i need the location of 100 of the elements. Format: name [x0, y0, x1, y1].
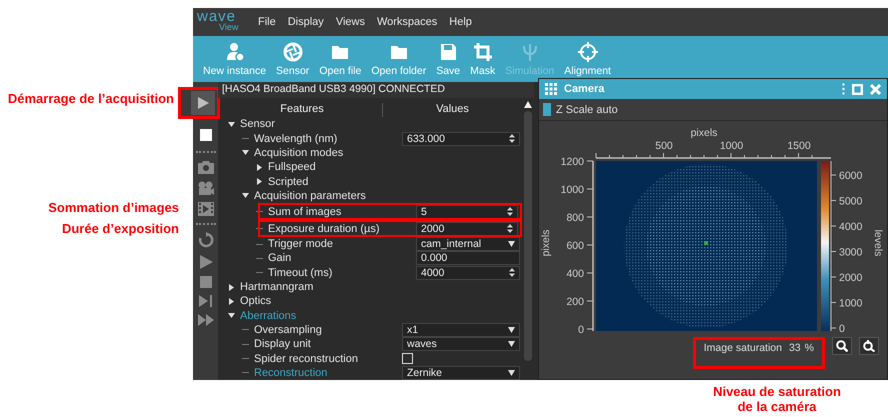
tree-item[interactable]: Sum of images: [268, 206, 342, 218]
tree-item[interactable]: Trigger mode: [268, 238, 334, 250]
zoom-reset-button[interactable]: [859, 337, 879, 355]
collapse-arrow-icon[interactable]: [228, 298, 235, 305]
tree-item[interactable]: Oversampling: [254, 324, 322, 336]
tree-item[interactable]: Display unit: [254, 338, 311, 350]
tick-label: 200: [566, 296, 584, 308]
caret-icon: [508, 326, 515, 333]
camera-icon[interactable]: [198, 160, 214, 174]
zoom-reset-icon: [863, 340, 875, 352]
scroll-up-icon[interactable]: [524, 101, 532, 108]
dropdown[interactable]: waves: [402, 337, 520, 352]
more-icon[interactable]: [842, 83, 845, 95]
dropdown[interactable]: Zernike: [402, 366, 520, 380]
tree-item[interactable]: Gain: [268, 252, 292, 264]
checkbox-label: Z Scale auto: [556, 104, 618, 116]
collapse-arrow-icon[interactable]: [228, 284, 235, 291]
tick-label: 600: [566, 240, 584, 252]
grid-icon[interactable]: [545, 83, 557, 95]
tick-label: 1000: [839, 298, 862, 310]
scrollbar[interactable]: [524, 111, 532, 362]
tree-item[interactable]: Acquisition modes: [254, 146, 344, 159]
expand-arrow-icon[interactable]: [228, 120, 235, 128]
close-icon[interactable]: [870, 84, 881, 94]
checkbox[interactable]: [543, 103, 551, 116]
dropdown[interactable]: cam_internal: [416, 237, 520, 252]
crosshair-icon: [578, 42, 598, 62]
aperture-icon: [282, 42, 303, 62]
spin-field[interactable]: 633.000: [402, 132, 520, 146]
tick-label: 400: [566, 268, 584, 280]
tick-label: 0: [839, 323, 845, 335]
tree-item[interactable]: Exposure duration (µs): [268, 222, 380, 235]
tree-item[interactable]: Optics: [240, 295, 272, 308]
axis-label: pixels: [690, 127, 718, 139]
tree-item[interactable]: Fullspeed: [268, 161, 316, 174]
refresh-icon[interactable]: [198, 232, 214, 248]
caret-icon: [508, 341, 515, 348]
user-add-icon: [224, 42, 245, 62]
tree-item[interactable]: Timeout (ms): [268, 266, 332, 279]
stop-icon[interactable]: [200, 276, 212, 288]
fast-forward-icon[interactable]: [198, 314, 214, 326]
saturation-value: 33: [788, 342, 801, 354]
input-field[interactable]: 0.000: [416, 251, 520, 266]
dropdown[interactable]: x1: [402, 322, 520, 337]
app-logo: wave View: [197, 11, 240, 33]
spin-field[interactable]: 4000: [416, 266, 520, 280]
spin-field[interactable]: 5: [416, 204, 518, 219]
stop-icon: [200, 129, 212, 141]
axis-label: levels: [872, 230, 884, 256]
tick-label: 800: [566, 212, 584, 224]
menu-item[interactable]: File: [253, 16, 281, 28]
annotation-label: Démarrage de l’acquisition: [6, 91, 174, 106]
film-strip-icon[interactable]: [198, 202, 214, 216]
spinner-arrows-icon[interactable]: [509, 134, 515, 144]
play-icon[interactable]: [198, 255, 212, 269]
tree-item[interactable]: Reconstruction: [254, 366, 328, 379]
search-icon: [836, 340, 848, 352]
saturation-label: Image saturation: [704, 342, 782, 354]
maximize-icon[interactable]: [852, 84, 863, 94]
tick-label: 500: [655, 140, 673, 152]
spinner-arrows-icon[interactable]: [509, 268, 515, 278]
annotation-label: Sommation d’images: [47, 200, 179, 215]
collapse-arrow-icon[interactable]: [256, 164, 263, 171]
unit-label: %: [804, 342, 814, 354]
tree-item[interactable]: Spider reconstruction: [254, 352, 358, 365]
tree-item[interactable]: Sensor: [240, 118, 275, 130]
zoom-button[interactable]: [832, 337, 852, 355]
tick-label: 2000: [839, 272, 862, 284]
menu-item[interactable]: Help: [444, 16, 477, 28]
expand-arrow-icon[interactable]: [242, 149, 249, 156]
device-status: [HASO4 BroadBand USB3 4990] CONNECTED: [218, 82, 534, 98]
tick-label: 0: [578, 324, 584, 336]
menu-item[interactable]: Views: [330, 16, 370, 28]
tick-label: 1200: [560, 156, 584, 168]
play-icon: [196, 97, 208, 109]
axis-label: pixels: [540, 230, 552, 256]
tick-label: 5000: [839, 196, 862, 208]
tree-item[interactable]: Wavelength (nm): [254, 132, 338, 145]
menu-item[interactable]: Display: [282, 16, 329, 28]
panel-title: Camera: [564, 83, 606, 95]
tick-label: 1000: [720, 140, 744, 152]
step-forward-icon[interactable]: [198, 295, 212, 307]
tick-label: 6000: [839, 170, 862, 182]
tree-item[interactable]: Hartmanngram: [240, 281, 314, 294]
expand-arrow-icon[interactable]: [228, 312, 235, 320]
play-button[interactable]: [190, 91, 214, 115]
tree-item[interactable]: Acquisition parameters: [254, 190, 366, 202]
annotation-label: Durée d’exposition: [60, 221, 179, 236]
spin-field[interactable]: 2000: [416, 222, 518, 236]
tree-item[interactable]: Scripted: [268, 176, 308, 188]
collapse-arrow-icon[interactable]: [256, 178, 263, 186]
spinner-arrows-icon[interactable]: [507, 224, 513, 234]
expand-arrow-icon[interactable]: [242, 192, 249, 200]
film-camera-icon[interactable]: [198, 181, 214, 195]
tree-item[interactable]: Aberrations: [240, 310, 296, 322]
menu-item[interactable]: Workspaces: [372, 16, 442, 28]
spinner-arrows-icon[interactable]: [507, 207, 513, 216]
tick-label: 1500: [787, 140, 811, 152]
tick-label: 3000: [839, 246, 862, 258]
tick-label: 1000: [560, 184, 584, 196]
